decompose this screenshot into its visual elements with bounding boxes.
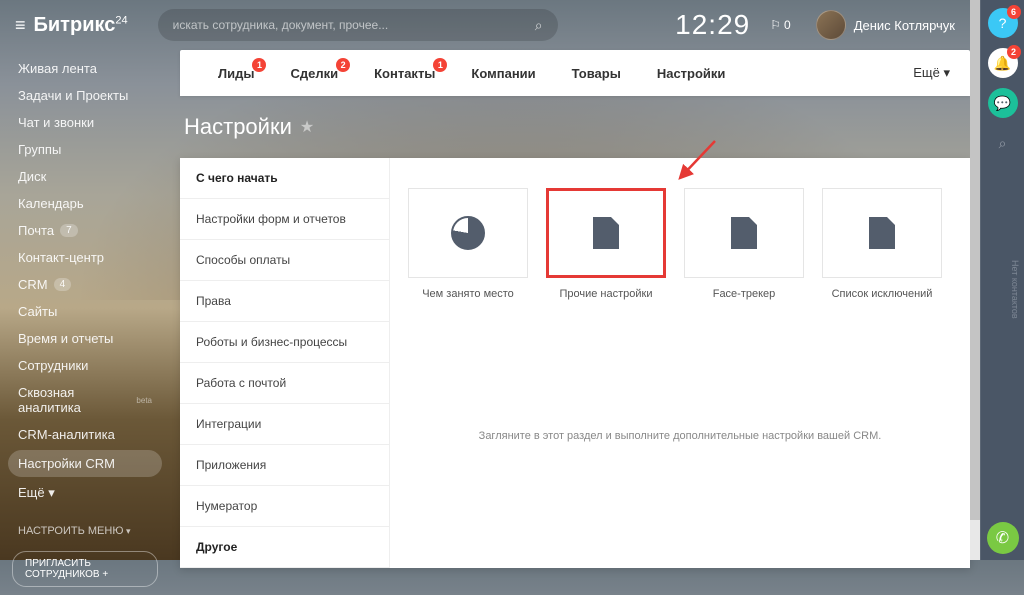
side-menu-item[interactable]: Интеграции xyxy=(180,404,389,445)
nav-item[interactable]: Задачи и Проекты xyxy=(0,82,170,109)
clock: 12:29 xyxy=(675,9,750,41)
avatar xyxy=(816,10,846,40)
side-menu-item[interactable]: Нумератор xyxy=(180,486,389,527)
side-menu-item[interactable]: Другое xyxy=(180,527,389,568)
document-icon xyxy=(869,217,895,249)
tab[interactable]: Товары xyxy=(554,50,639,96)
help-badge: 6 xyxy=(1007,5,1021,19)
nav-badge: 7 xyxy=(60,224,78,237)
tab[interactable]: Контакты1 xyxy=(356,50,453,96)
tile-label: Face-трекер xyxy=(684,288,804,300)
tiles-area: Чем занято место Прочие настройки Face-тре… xyxy=(390,158,970,568)
tab-badge: 1 xyxy=(252,58,266,72)
tab-bar: Лиды1Сделки2Контакты1КомпанииТоварыНастр… xyxy=(180,50,970,96)
nav-item[interactable]: Календарь xyxy=(0,190,170,217)
left-nav: Живая лентаЗадачи и ПроектыЧат и звонкиГ… xyxy=(0,55,170,595)
search-icon[interactable]: ⌕ xyxy=(535,17,543,34)
document-icon xyxy=(731,217,757,249)
scrollbar-thumb[interactable] xyxy=(970,0,980,520)
side-menu-item[interactable]: Настройки форм и отчетов xyxy=(180,199,389,240)
help-icon[interactable]: ?6 xyxy=(988,8,1018,38)
hint-text: Загляните в этот раздел и выполните допо… xyxy=(408,430,952,442)
nav-item[interactable]: Почта7 xyxy=(0,217,170,244)
side-menu-item[interactable]: С чего начать xyxy=(180,158,389,199)
tab[interactable]: Сделки2 xyxy=(272,50,356,96)
nav-item[interactable]: Ещё ▾ xyxy=(0,479,170,507)
settings-tile[interactable]: Прочие настройки xyxy=(546,188,666,300)
tabs-more[interactable]: Ещё ▾ xyxy=(913,65,950,81)
nav-item[interactable]: CRM-аналитика xyxy=(0,421,170,448)
cart-widget[interactable]: ⚐0 xyxy=(770,18,790,32)
nav-item[interactable]: Сквозная аналитикаbeta xyxy=(0,379,170,421)
cart-icon: ⚐ xyxy=(770,18,781,32)
search-box[interactable]: ⌕ xyxy=(158,9,558,41)
settings-tile[interactable]: Список исключений xyxy=(822,188,942,300)
phone-icon[interactable]: ✆ xyxy=(987,522,1019,554)
scrollbar[interactable] xyxy=(970,0,980,560)
tab[interactable]: Лиды1 xyxy=(200,50,272,96)
settings-tile[interactable]: Face-трекер xyxy=(684,188,804,300)
pie-icon xyxy=(451,216,485,250)
nav-item[interactable]: Группы xyxy=(0,136,170,163)
nav-item[interactable]: CRM4 xyxy=(0,271,170,298)
side-menu-item[interactable]: Права xyxy=(180,281,389,322)
page-title: Настройки★ xyxy=(180,96,970,158)
chat-icon[interactable]: 💬 xyxy=(988,88,1018,118)
side-contacts-text: Нет контактов xyxy=(1010,260,1024,324)
top-bar: ≡ Битрикс24 ⌕ 12:29 ⚐0 Денис Котлярчук xyxy=(0,0,970,50)
tab-badge: 1 xyxy=(433,58,447,72)
nav-item[interactable]: Время и отчеты xyxy=(0,325,170,352)
search-input[interactable] xyxy=(173,18,535,32)
invite-button[interactable]: ПРИГЛАСИТЬ СОТРУДНИКОВ + xyxy=(12,551,158,587)
settings-tile[interactable]: Чем занято место xyxy=(408,188,528,300)
nav-item[interactable]: Диск xyxy=(0,163,170,190)
tile-label: Список исключений xyxy=(822,288,942,300)
favorite-star-icon[interactable]: ★ xyxy=(300,117,314,137)
side-menu-item[interactable]: Работа с почтой xyxy=(180,363,389,404)
configure-menu[interactable]: НАСТРОИТЬ МЕНЮ xyxy=(0,519,170,543)
content-panel: С чего начатьНастройки форм и отчетовСпо… xyxy=(180,158,970,568)
nav-item[interactable]: Сотрудники xyxy=(0,352,170,379)
sidebar-search-icon[interactable]: ⌕ xyxy=(988,128,1018,158)
user-menu[interactable]: Денис Котлярчук xyxy=(816,10,955,40)
side-menu-item[interactable]: Способы оплаты xyxy=(180,240,389,281)
side-menu-item[interactable]: Приложения xyxy=(180,445,389,486)
tile-label: Чем занято место xyxy=(408,288,528,300)
tab[interactable]: Настройки xyxy=(639,50,744,96)
document-icon xyxy=(593,217,619,249)
side-menu-item[interactable]: Роботы и бизнес-процессы xyxy=(180,322,389,363)
nav-badge: 4 xyxy=(54,278,72,291)
nav-item[interactable]: Живая лента xyxy=(0,55,170,82)
main-panel: Лиды1Сделки2Контакты1КомпанииТоварыНастр… xyxy=(180,50,970,540)
notifications-icon[interactable]: 🔔2 xyxy=(988,48,1018,78)
nav-item[interactable]: Контакт-центр xyxy=(0,244,170,271)
logo[interactable]: Битрикс24 xyxy=(34,14,128,37)
tile-label: Прочие настройки xyxy=(546,288,666,300)
notif-badge: 2 xyxy=(1007,45,1021,59)
tab-badge: 2 xyxy=(336,58,350,72)
user-name: Денис Котлярчук xyxy=(854,18,955,33)
nav-item[interactable]: Настройки CRM xyxy=(8,450,162,477)
nav-item[interactable]: Чат и звонки xyxy=(0,109,170,136)
nav-item[interactable]: Сайты xyxy=(0,298,170,325)
tab[interactable]: Компании xyxy=(453,50,553,96)
settings-side-menu: С чего начатьНастройки форм и отчетовСпо… xyxy=(180,158,390,568)
hamburger-icon[interactable]: ≡ xyxy=(15,15,26,36)
